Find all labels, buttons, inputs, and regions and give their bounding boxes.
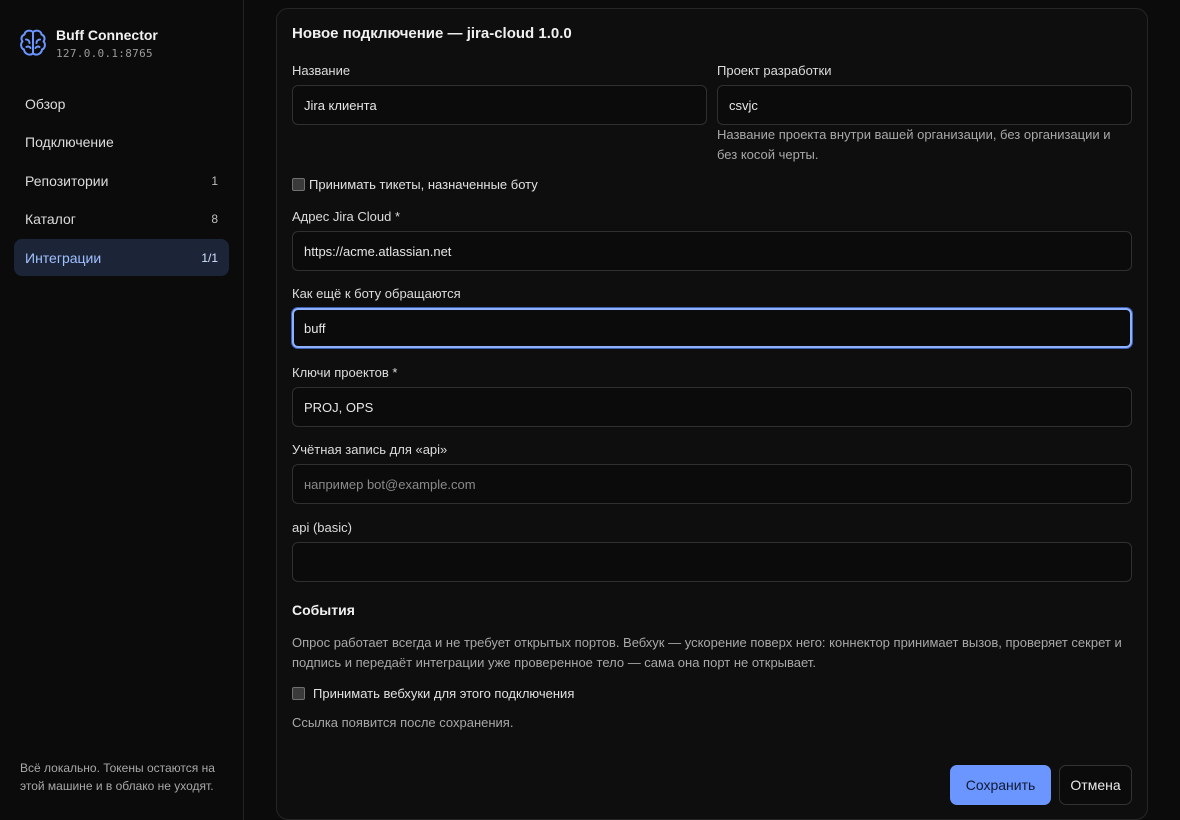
sidebar-nav: Обзор Подключение Репозитории 1 Каталог … [14,85,229,278]
project-input[interactable] [717,85,1132,125]
sidebar-item-label: Обзор [25,95,66,112]
sidebar-item-count: 1/1 [201,250,218,265]
project-keys-group: Ключи проектов * [292,365,1132,427]
events-title: События [292,602,355,618]
project-group: Проект разработки Название проекта внутр… [717,63,1132,165]
api-basic-group: api (basic) [292,520,1132,582]
aliases-input[interactable] [292,308,1132,348]
jira-url-group: Адрес Jira Cloud * [292,209,1132,271]
project-label: Проект разработки [717,63,832,78]
name-input[interactable] [292,85,707,125]
webhook-link-note: Ссылка появится после сохранения. [292,715,514,730]
sidebar-item-label: Интеграции [25,249,102,266]
api-basic-label: api (basic) [292,520,352,535]
account-group: Учётная запись для «api» [292,442,1132,504]
sidebar-footer-note: Всё локально. Токены остаются на этой ма… [20,761,215,793]
sidebar-item-label: Каталог [25,211,76,227]
account-label: Учётная запись для «api» [292,442,448,457]
project-hint: Название проекта внутри вашей организаци… [717,127,1111,162]
sidebar-item-integrations[interactable]: Интеграции 1/1 [14,239,229,276]
events-description: Опрос работает всегда и не требует откры… [292,635,1122,670]
app-window: Buff Connector 127.0.0.1:8765 Обзор Подк… [0,0,1180,820]
sidebar-item-count: 8 [211,212,218,226]
jira-url-label: Адрес Jira Cloud * [292,209,401,224]
aliases-label: Как ещё к боту обращаются [292,286,461,301]
aliases-group: Как ещё к боту обращаются [292,286,1132,348]
sidebar-item-catalog[interactable]: Каталог 8 [14,201,229,238]
sidebar-item-connection[interactable]: Подключение [14,124,229,161]
main-content: Новое подключение — jira-cloud 1.0.0 Наз… [244,0,1180,820]
webhook-label: Принимать вебхуки для этого подключения [313,686,575,701]
api-basic-input[interactable] [292,542,1132,582]
account-email-input[interactable] [292,464,1132,504]
sidebar-item-label: Подключение [25,134,114,150]
sidebar-item-overview[interactable]: Обзор [14,85,229,122]
name-label: Название [292,63,351,78]
accept-assigned-label: Принимать тикеты, назначенные боту [309,177,538,192]
accept-assigned-checkbox[interactable] [292,178,305,191]
name-group: Название [292,63,707,165]
jira-url-input[interactable] [292,231,1132,271]
accept-assigned-row[interactable]: Принимать тикеты, назначенные боту [292,177,1132,192]
server-address: 127.0.0.1:8765 [56,47,153,60]
new-connection-form: Новое подключение — jira-cloud 1.0.0 Наз… [276,8,1148,820]
webhook-row[interactable]: Принимать вебхуки для этого подключения [292,686,1132,701]
form-title: Новое подключение — jira-cloud 1.0.0 [292,25,572,42]
sidebar-item-count: 1 [211,173,218,188]
form-actions: Сохранить Отмена [950,765,1132,805]
brand: Buff Connector 127.0.0.1:8765 [18,26,158,60]
webhook-checkbox[interactable] [292,687,305,700]
project-keys-input[interactable] [292,387,1132,427]
sidebar-item-label: Репозитории [25,172,109,189]
sidebar: Buff Connector 127.0.0.1:8765 Обзор Подк… [0,0,244,820]
save-button[interactable]: Сохранить [950,765,1051,805]
sidebar-item-repositories[interactable]: Репозитории 1 [14,162,229,199]
app-title: Buff Connector [56,27,158,43]
name-project-row: Название Проект разработки Название прое… [292,63,1132,165]
brain-icon [18,26,48,60]
cancel-button[interactable]: Отмена [1059,765,1132,805]
project-keys-label: Ключи проектов * [292,365,398,380]
